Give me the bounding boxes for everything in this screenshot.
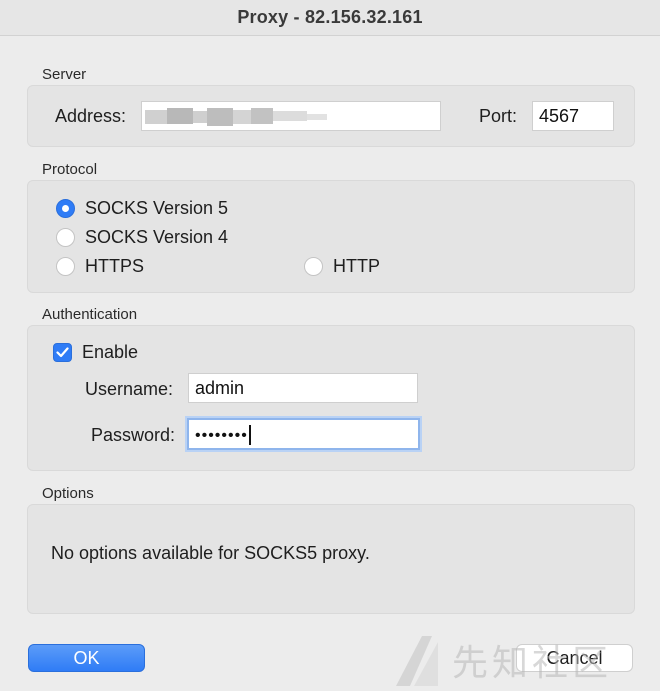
address-label: Address: xyxy=(55,106,127,126)
protocol-group: SOCKS Version 5 SOCKS Version 4 HTTPS HT… xyxy=(27,180,635,293)
cancel-button[interactable]: Cancel xyxy=(516,644,633,672)
radio-unselected-icon xyxy=(56,228,75,247)
port-input[interactable]: 4567 xyxy=(532,101,614,131)
protocol-section-label: Protocol xyxy=(42,161,98,178)
address-input[interactable] xyxy=(141,101,441,131)
radio-unselected-icon xyxy=(304,257,323,276)
radio-socks4-label: SOCKS Version 4 xyxy=(85,227,229,247)
enable-label: Enable xyxy=(82,342,139,362)
radio-socks5[interactable]: SOCKS Version 5 xyxy=(56,198,228,219)
radio-socks4[interactable]: SOCKS Version 4 xyxy=(56,227,228,248)
radio-socks5-label: SOCKS Version 5 xyxy=(85,198,229,218)
authentication-section-label: Authentication xyxy=(42,306,138,323)
options-message: No options available for SOCKS5 proxy. xyxy=(51,543,370,563)
password-label: Password: xyxy=(91,425,176,445)
server-group: Address: Port: 4567 xyxy=(27,85,635,147)
enable-checkbox[interactable]: Enable xyxy=(53,342,138,363)
port-label: Port: xyxy=(479,106,518,126)
password-input[interactable]: •••••••• xyxy=(187,418,420,450)
checkmark-icon xyxy=(53,343,72,362)
server-section-label: Server xyxy=(42,66,87,83)
options-section-label: Options xyxy=(42,485,94,502)
radio-selected-icon xyxy=(56,199,75,218)
username-input[interactable]: admin xyxy=(188,373,418,403)
username-label: Username: xyxy=(85,379,174,399)
radio-unselected-icon xyxy=(56,257,75,276)
watermark-logo-icon xyxy=(396,635,438,686)
radio-http-label: HTTP xyxy=(333,256,380,276)
password-mask: •••••••• xyxy=(195,427,248,444)
ok-button[interactable]: OK xyxy=(28,644,145,672)
radio-http[interactable]: HTTP xyxy=(304,256,380,277)
radio-https[interactable]: HTTPS xyxy=(56,256,144,277)
authentication-group: Enable Username: admin Password: •••••••… xyxy=(27,325,635,471)
window-title: Proxy - 82.156.32.161 xyxy=(237,7,423,27)
text-caret xyxy=(248,425,251,446)
title-bar[interactable]: Proxy - 82.156.32.161 xyxy=(0,0,660,36)
radio-https-label: HTTPS xyxy=(85,256,145,276)
address-redacted-value xyxy=(142,102,332,132)
